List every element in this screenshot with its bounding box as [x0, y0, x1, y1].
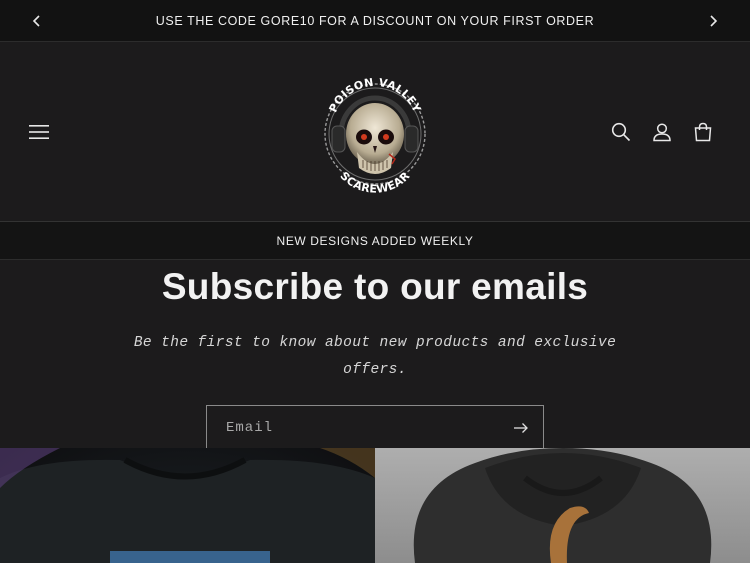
announcement-bar: USE THE CODE GORE10 FOR A DISCOUNT ON YO… [0, 0, 750, 42]
newsletter-subtitle: Be the first to know about new products … [133, 335, 617, 378]
newsletter-section: Subscribe to our emails Be the first to … [0, 260, 750, 451]
arrow-right-icon [514, 423, 528, 433]
brand-logo[interactable]: POISON VALLEY SCAREWEAR [313, 64, 437, 198]
site-header: POISON VALLEY SCAREWEAR [0, 42, 750, 222]
announcement-prev-button[interactable] [22, 0, 52, 42]
search-button[interactable] [606, 117, 636, 147]
product-grid [0, 448, 750, 563]
product-card[interactable] [0, 448, 375, 563]
cart-icon [694, 122, 712, 142]
promo-subbar: NEW DESIGNS ADDED WEEKLY [0, 222, 750, 260]
search-icon [611, 122, 631, 142]
announcement-text: USE THE CODE GORE10 FOR A DISCOUNT ON YO… [155, 13, 595, 28]
cart-button[interactable] [688, 117, 718, 147]
announcement-next-button[interactable] [698, 0, 728, 42]
menu-button[interactable] [24, 117, 54, 147]
subbar-text: NEW DESIGNS ADDED WEEKLY [276, 233, 474, 248]
email-field-wrapper [206, 405, 544, 451]
account-icon [653, 123, 671, 142]
email-input[interactable] [207, 406, 497, 450]
account-button[interactable] [647, 117, 677, 147]
product-card[interactable] [375, 448, 750, 563]
chevron-left-icon [32, 15, 40, 27]
skull-logo-icon: POISON VALLEY SCAREWEAR [324, 76, 426, 196]
hoodie-image [413, 448, 712, 563]
subscribe-submit-button[interactable] [507, 414, 535, 442]
chevron-right-icon [710, 15, 718, 27]
newsletter-title: Subscribe to our emails [161, 266, 589, 307]
tshirt-image [0, 448, 375, 563]
hamburger-icon [29, 125, 49, 139]
